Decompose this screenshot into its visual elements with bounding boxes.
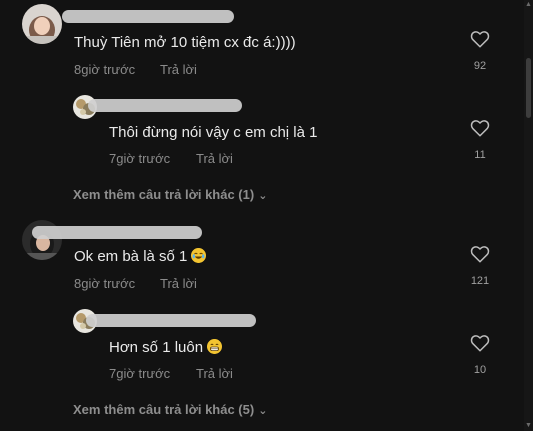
heart-icon xyxy=(470,335,490,352)
avatar[interactable] xyxy=(22,4,62,44)
like-count: 11 xyxy=(474,149,486,161)
chevron-down-icon: ⌄ xyxy=(258,190,268,202)
heart-icon xyxy=(470,120,490,137)
view-more-replies-label: Xem thêm câu trả lời khác (1) xyxy=(73,187,255,202)
like-button[interactable]: 11 xyxy=(465,119,495,161)
heart-icon xyxy=(470,31,490,48)
view-more-replies-button[interactable]: Xem thêm câu trả lời khác (1) ⌄ xyxy=(73,187,267,202)
comment-time: 7giờ trước xyxy=(109,151,171,166)
comment-time: 7giờ trước xyxy=(109,366,171,381)
heart-icon xyxy=(470,246,490,263)
username-redaction xyxy=(32,226,202,239)
view-more-replies-button[interactable]: Xem thêm câu trả lời khác (5) ⌄ xyxy=(73,402,267,417)
comment-text: Hơn số 1 luôn xyxy=(109,339,223,356)
comment-text: Thuỳ Tiên mở 10 tiệm cx đc á:)))) xyxy=(74,34,296,51)
chevron-down-icon: ⌄ xyxy=(258,405,268,417)
like-count: 121 xyxy=(470,275,490,287)
reply-button[interactable]: Trả lời xyxy=(196,151,233,166)
username-redaction xyxy=(86,314,256,327)
comment-text: Ok em bà là số 1 xyxy=(74,248,207,265)
username-redaction xyxy=(62,10,234,23)
view-more-replies-label: Xem thêm câu trả lời khác (5) xyxy=(73,402,255,417)
comment-time: 8giờ trước xyxy=(74,62,136,77)
like-count: 92 xyxy=(473,60,487,72)
scrollbar[interactable]: ▲ ▼ xyxy=(524,0,533,431)
comment-text: Thôi đừng nói vậy c em chị là 1 xyxy=(109,124,318,141)
like-button[interactable]: 10 xyxy=(465,334,495,376)
comments-panel: Thuỳ Tiên mở 10 tiệm cx đc á:)))) 8giờ t… xyxy=(0,0,533,431)
scrollbar-thumb[interactable] xyxy=(526,58,531,118)
scroll-down-arrow-icon[interactable]: ▼ xyxy=(525,421,532,431)
like-count: 10 xyxy=(473,364,487,376)
scroll-up-arrow-icon[interactable]: ▲ xyxy=(525,0,532,10)
like-button[interactable]: 121 xyxy=(465,245,495,287)
username-redaction xyxy=(88,99,242,112)
like-button[interactable]: 92 xyxy=(465,30,495,72)
reply-button[interactable]: Trả lời xyxy=(196,366,233,381)
reply-button[interactable]: Trả lời xyxy=(160,276,197,291)
reply-button[interactable]: Trả lời xyxy=(160,62,197,77)
grin-emoji-icon xyxy=(207,339,223,354)
joy-emoji-icon xyxy=(191,248,207,263)
comment-time: 8giờ trước xyxy=(74,276,136,291)
